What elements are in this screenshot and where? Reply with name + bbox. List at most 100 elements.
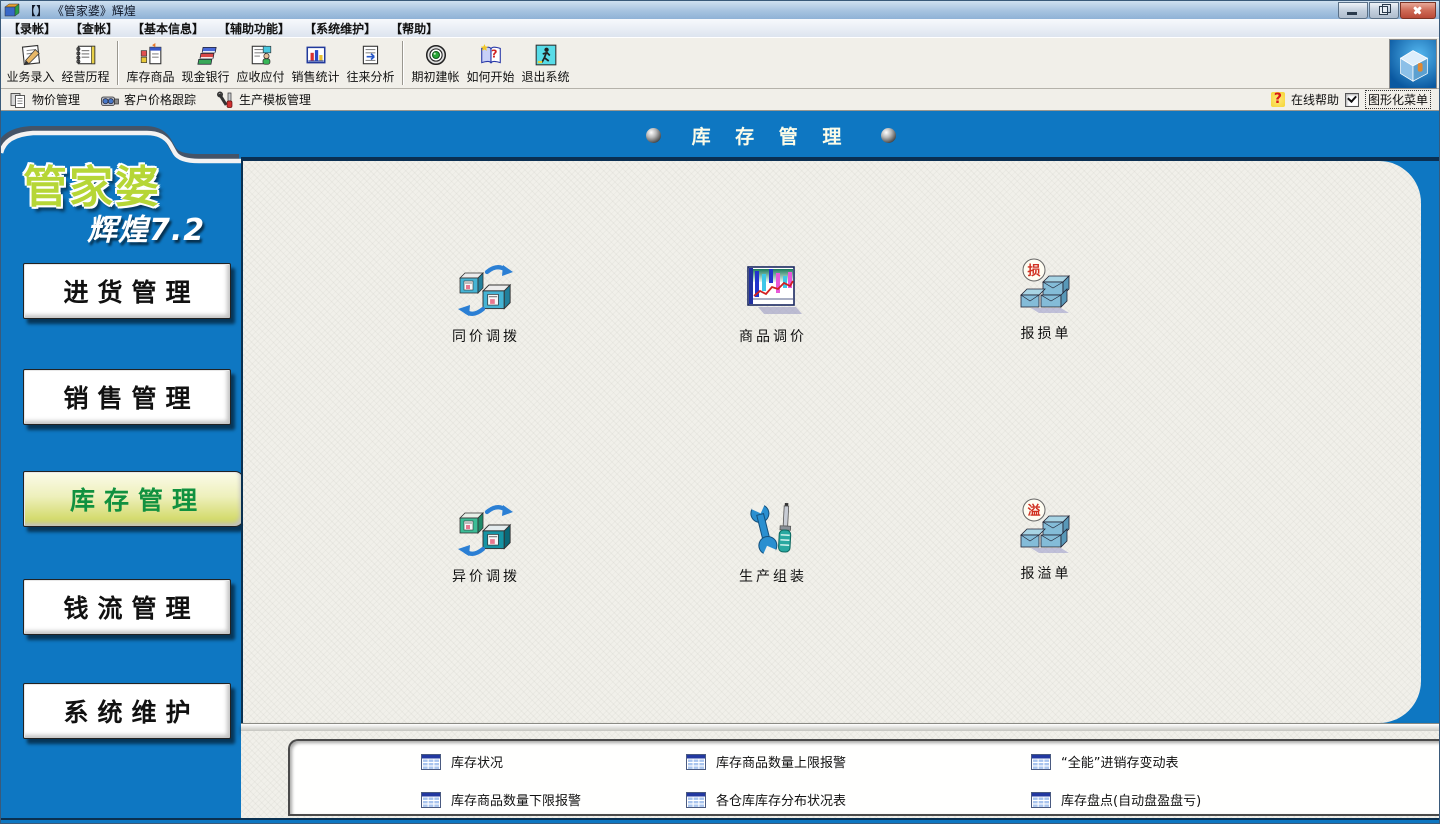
secondary-toolbar: 物价管理 客户价格跟踪 生产模板管理 ? 在线帮助 图形化菜单 <box>1 89 1439 111</box>
window-title: 【】 《管家婆》辉煌 <box>24 2 136 19</box>
page-title: 库 存 管 理 <box>692 122 851 149</box>
inventory-goods-icon <box>139 43 163 67</box>
main-toolbar: 业务录入 经营历程 库存商品 <box>1 37 1439 89</box>
menu-bar: 【录帐】 【查帐】 【基本信息】 【辅助功能】 【系统维护】 【帮助】 <box>1 19 1439 38</box>
initial-setup-icon <box>424 43 448 67</box>
sidebar-item-purchase[interactable]: 进货管理 <box>23 263 231 319</box>
menu-help[interactable]: 【帮助】 <box>383 20 445 37</box>
report-upper-limit-alert[interactable]: 库存商品数量上限报警 <box>686 752 846 771</box>
tools-small-icon <box>216 91 235 109</box>
bottom-frame <box>1 818 1440 824</box>
price-management-button[interactable]: 物价管理 <box>9 91 80 109</box>
sidebar-item-cashflow[interactable]: 钱流管理 <box>23 579 231 635</box>
close-button[interactable] <box>1400 2 1436 19</box>
menu-aux-功能[interactable]: 【辅助功能】 <box>211 20 297 37</box>
toolbar-separator <box>117 41 119 85</box>
restore-button[interactable] <box>1369 2 1399 19</box>
business-entry-icon <box>19 43 43 67</box>
transaction-analysis-button[interactable]: 往来分析 <box>343 39 398 87</box>
graphic-menu-checkbox[interactable] <box>1345 93 1359 107</box>
sphere-decoration-right <box>881 128 896 143</box>
how-to-start-icon: ? <box>479 43 503 67</box>
sidebar-item-sales[interactable]: 销售管理 <box>23 369 231 425</box>
customer-price-tracking-button[interactable]: 客户价格跟踪 <box>100 91 196 109</box>
graphic-menu-label[interactable]: 图形化菜单 <box>1365 90 1431 109</box>
sphere-decoration-left <box>646 128 661 143</box>
same-price-transfer-icon <box>457 261 515 319</box>
online-help-label[interactable]: 在线帮助 <box>1291 91 1339 108</box>
menu-basic-info[interactable]: 【基本信息】 <box>125 20 211 37</box>
svg-text:?: ? <box>491 48 497 61</box>
cube-icon <box>1391 42 1435 86</box>
exit-system-icon <box>534 43 558 67</box>
production-assembly-item[interactable]: 生产组装 <box>713 501 833 586</box>
report-warehouse-distribution[interactable]: 各仓库库存分布状况表 <box>686 790 846 809</box>
sidebar: 管家婆 辉煌7.2 进货管理 销售管理 库存管理 钱流管理 系统维护 <box>1 111 241 824</box>
table-icon <box>421 792 441 808</box>
how-to-start-button[interactable]: ? 如何开始 <box>463 39 518 87</box>
table-icon <box>1031 754 1051 770</box>
overflow-report-item[interactable]: 溢 报溢单 <box>986 498 1106 583</box>
report-inventory-status[interactable]: 库存状况 <box>421 752 503 771</box>
assembly-tools-icon <box>744 501 802 559</box>
sales-statistics-icon <box>304 43 328 67</box>
documents-icon <box>9 91 28 109</box>
content-header: 库 存 管 理 <box>241 111 1440 161</box>
title-bar: 【】 《管家婆》辉煌 <box>1 1 1439 20</box>
loss-report-item[interactable]: 损 报损单 <box>986 258 1106 343</box>
report-panel: 库存状况 库存商品数量上限报警 <box>288 739 1440 816</box>
business-history-icon <box>74 43 98 67</box>
inventory-goods-button[interactable]: 库存商品 <box>123 39 178 87</box>
table-icon <box>421 754 441 770</box>
report-stocktaking[interactable]: 库存盘点(自动盘盈盘亏) <box>1031 790 1201 809</box>
initial-setup-button[interactable]: 期初建帐 <box>408 39 463 87</box>
sidebar-item-inventory[interactable]: 库存管理 <box>23 471 244 527</box>
overflow-report-icon: 溢 <box>1017 498 1075 556</box>
app-area: 管家婆 辉煌7.2 进货管理 销售管理 库存管理 钱流管理 系统维护 库 存 管… <box>1 111 1440 824</box>
sales-statistics-button[interactable]: 销售统计 <box>288 39 343 87</box>
bottom-strip: 库存状况 库存商品数量上限报警 <box>241 731 1440 818</box>
exit-system-button[interactable]: 退出系统 <box>518 39 573 87</box>
tracking-camera-icon <box>100 91 120 109</box>
same-price-transfer-item[interactable]: 同价调拨 <box>426 261 546 346</box>
brand-version-text: 辉煌7.2 <box>87 205 205 249</box>
app-window: 【】 《管家婆》辉煌 【录帐】 【查帐】 【基本信息】 【辅助功能】 【系统维护… <box>0 0 1440 824</box>
diff-price-transfer-item[interactable]: 异价调拨 <box>426 501 546 586</box>
overflow-badge: 溢 <box>1027 503 1040 519</box>
cash-bank-icon <box>194 43 218 67</box>
icon-label: 商品调价 <box>713 326 833 346</box>
loss-badge: 损 <box>1027 263 1040 279</box>
menu-check[interactable]: 【查帐】 <box>63 20 125 37</box>
icon-label: 报损单 <box>986 323 1106 343</box>
icon-label: 报溢单 <box>986 563 1106 583</box>
icon-label: 异价调拨 <box>426 566 546 586</box>
brand-cube-logo[interactable] <box>1389 39 1437 89</box>
sidebar-item-system[interactable]: 系统维护 <box>23 683 231 739</box>
menu-system-maintain[interactable]: 【系统维护】 <box>297 20 383 37</box>
report-lower-limit-alert[interactable]: 库存商品数量下限报警 <box>421 790 581 809</box>
content-surface: 同价调拨 <box>241 161 1421 723</box>
table-icon <box>1031 792 1051 808</box>
business-entry-button[interactable]: 业务录入 <box>3 39 58 87</box>
icon-label: 生产组装 <box>713 566 833 586</box>
receivable-payable-button[interactable]: 应收应付 <box>233 39 288 87</box>
app-icon <box>4 2 20 18</box>
menu-record[interactable]: 【录帐】 <box>1 20 63 37</box>
business-history-button[interactable]: 经营历程 <box>58 39 113 87</box>
toolbar-separator <box>402 41 404 85</box>
transaction-analysis-icon <box>359 43 383 67</box>
loss-report-icon: 损 <box>1017 258 1075 316</box>
help-question-icon[interactable]: ? <box>1271 92 1285 107</box>
receivable-payable-icon <box>249 43 273 67</box>
minimize-icon <box>1347 12 1357 15</box>
restore-icon <box>1379 6 1388 15</box>
table-icon <box>686 754 706 770</box>
production-template-button[interactable]: 生产模板管理 <box>216 91 311 109</box>
cash-bank-button[interactable]: 现金银行 <box>178 39 233 87</box>
table-icon <box>686 792 706 808</box>
icon-label: 同价调拨 <box>426 326 546 346</box>
minimize-button[interactable] <box>1338 2 1368 19</box>
goods-price-adjust-item[interactable]: 商品调价 <box>713 261 833 346</box>
price-chart-icon <box>744 261 802 319</box>
report-almighty-change-table[interactable]: “全能”进销存变动表 <box>1031 752 1178 771</box>
